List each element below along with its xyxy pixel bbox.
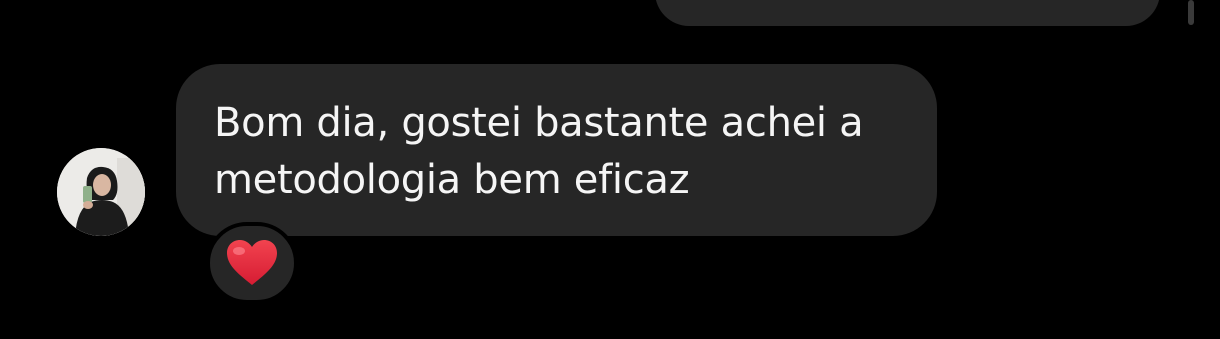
sender-avatar[interactable] [57,148,145,236]
avatar-photo [57,148,145,236]
message-text: Bom dia, gostei bastante achei a metodol… [214,100,864,203]
reaction-badge[interactable] [206,222,298,304]
heart-icon [227,240,277,285]
scrollbar[interactable] [1188,0,1194,25]
previous-outgoing-message-bubble[interactable] [655,0,1160,26]
incoming-message-bubble[interactable]: Bom dia, gostei bastante achei a metodol… [176,64,937,236]
